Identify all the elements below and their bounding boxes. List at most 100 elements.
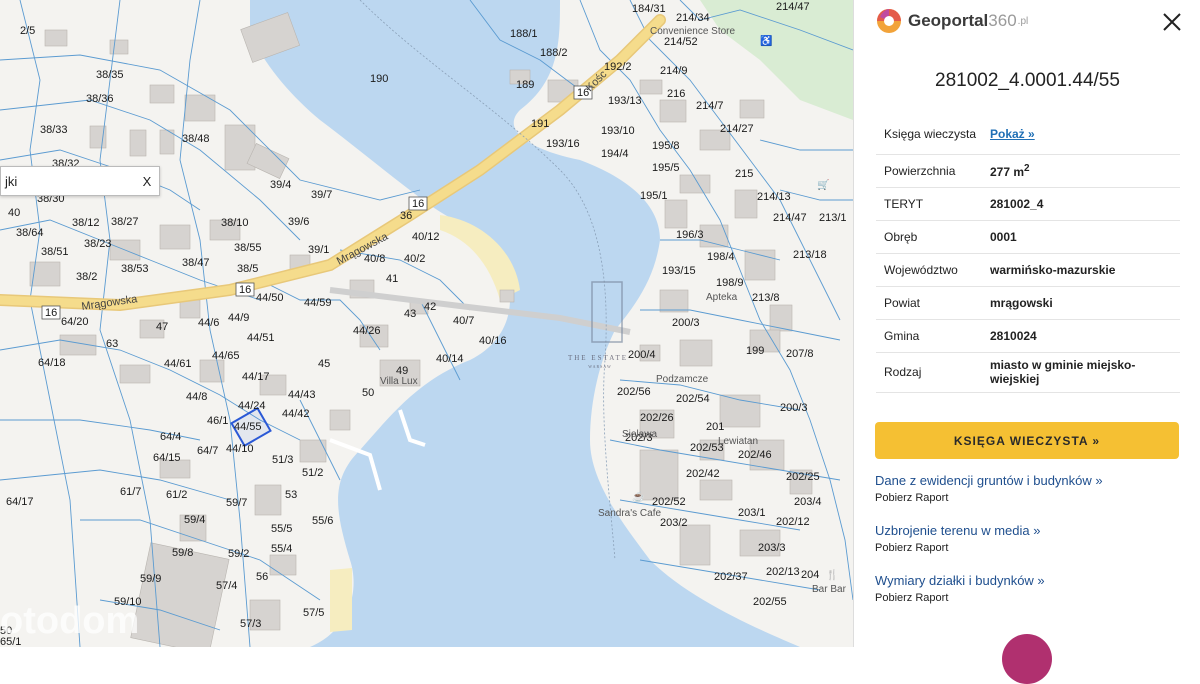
clear-search-button[interactable]: X — [135, 174, 159, 189]
close-icon[interactable] — [1160, 10, 1184, 34]
parcel-label: 190 — [370, 73, 388, 85]
map-canvas[interactable]: 2/5 38/35 38/36 38/33 38/48 190 188/1 188/2 189 1… — [0, 0, 853, 647]
poi-label: Sielawa — [622, 429, 657, 440]
lake — [250, 0, 800, 647]
poi-label: Convenience Store — [650, 26, 735, 37]
report-sub-uzbrojenie[interactable]: Pobierz Raport — [875, 542, 1175, 554]
attribute-key: Województwo — [876, 253, 982, 287]
attribute-value: 0001 — [982, 220, 1180, 254]
unit-superscript: 2 — [1024, 162, 1030, 174]
cadastral-map[interactable]: 2/5 38/35 38/36 38/33 38/48 190 188/1188/2 189 1… — [0, 0, 853, 647]
attribute-value-text: 2810024 — [990, 328, 1037, 343]
show-kw-link[interactable]: Pokaż » — [990, 127, 1035, 141]
parcel-label: 202/26 — [640, 412, 674, 424]
parcel-label: 39/4 — [270, 179, 291, 191]
parcel-label: 50 — [362, 387, 374, 399]
parcel-label: 201 — [706, 421, 724, 433]
parcel-label: 40/16 — [479, 335, 507, 347]
attribute-key: TERYT — [876, 187, 982, 221]
parcel-label: 44/65 — [212, 350, 240, 362]
parcel-label: 44/9 — [228, 312, 249, 324]
parcel-label: 214/7 — [696, 100, 724, 112]
attribute-value-text: 281002_4 — [990, 196, 1044, 211]
attribute-value: 2810024 — [982, 319, 1180, 353]
parcel-label: 198/4 — [707, 251, 735, 263]
parcel-label: 198/9 — [716, 277, 744, 289]
parcel-label: 64/4 — [160, 431, 181, 443]
parcel-label: 38/51 — [41, 246, 69, 258]
parcel-label: 203/4 — [794, 496, 822, 508]
poi-label: Bar Bar — [812, 584, 847, 595]
geoportal-logo[interactable]: Geoportal 360 .pl — [876, 8, 1028, 34]
beach — [330, 568, 352, 632]
parcel-label: 61/7 — [120, 486, 141, 498]
attribute-value-text: 277 m — [990, 164, 1025, 179]
attribute-value: mrągowski — [982, 286, 1180, 320]
parcel-label: 59/8 — [172, 547, 193, 559]
parcel-label: 195/8 — [652, 140, 680, 152]
chat-bubble[interactable] — [1002, 634, 1052, 684]
parcel-label: 203/2 — [660, 517, 688, 529]
parcel-label: 191 — [531, 118, 549, 130]
otodom-watermark: otodom — [0, 600, 140, 642]
poi-label: Apteka — [706, 292, 738, 303]
parcel-label: 193/10 — [601, 125, 635, 137]
parcel-label: 44/50 — [256, 292, 284, 304]
search-input[interactable]: jki — [1, 174, 135, 189]
parcel-attributes-table: Księga wieczysta Pokaż » Powierzchnia 277 m… — [876, 114, 1180, 393]
attribute-row: Gmina 2810024 — [876, 319, 1180, 353]
parcel-label: 199 — [746, 345, 764, 357]
logo-name: Geoportal — [908, 11, 989, 30]
parcel-label: 59/4 — [184, 514, 205, 526]
parcel-label: 56 — [256, 571, 268, 583]
restaurant-icon: 🍴 — [826, 568, 838, 581]
parcel-label: 214/47 — [773, 212, 807, 224]
parcel-label: 59/9 — [140, 573, 161, 585]
parcel-info-panel: Geoportal 360 .pl 281002_4.0001.44/55 Ks… — [853, 0, 1200, 684]
parcel-label: 64/7 — [197, 445, 218, 457]
report-sub-ewidencja[interactable]: Pobierz Raport — [875, 492, 1175, 504]
parcel-label: 51/3 — [272, 454, 293, 466]
attribute-key: Księga wieczysta — [876, 114, 982, 155]
parcel-label: 216 — [667, 88, 685, 100]
parcel-label: 55/4 — [271, 543, 292, 555]
parcel-label: 200/3 — [672, 317, 700, 329]
report-sub-wymiary[interactable]: Pobierz Raport — [875, 592, 1175, 604]
attribute-value: miasto w gminie miejsko-wiejskiej — [982, 352, 1180, 393]
parcel-label: 2/5 — [20, 25, 35, 37]
attribute-value[interactable]: Pokaż » — [982, 114, 1180, 155]
parcel-label: 38/35 — [96, 69, 124, 81]
attribute-value-text: 0001 — [990, 229, 1017, 244]
parcel-label: 44/17 — [242, 371, 270, 383]
road-number-label: 16 — [45, 307, 57, 319]
parcel-label: 194/4 — [601, 148, 629, 160]
parcel-label: 38/27 — [111, 216, 139, 228]
parcel-label: 202/54 — [676, 393, 710, 405]
parcel-label: 53 — [285, 489, 297, 501]
poi-label: Sandra's Cafe — [598, 508, 661, 519]
attribute-value-text: mrągowski — [990, 295, 1053, 310]
parcel-label: 193/13 — [608, 95, 642, 107]
attribute-key: Rodzaj — [876, 352, 982, 393]
report-link-wymiary[interactable]: Wymiary działki i budynków » — [875, 573, 1175, 588]
report-link-uzbrojenie[interactable]: Uzbrojenie terenu w media » — [875, 523, 1175, 538]
parcel-label: 43 — [404, 308, 416, 320]
parcel-label: 44/42 — [282, 408, 310, 420]
parcel-label: 214/9 — [660, 65, 688, 77]
parcel-label: 215 — [735, 168, 753, 180]
parcel-label: 38/36 — [86, 93, 114, 105]
parcel-label: 57/4 — [216, 580, 237, 592]
parcel-label: 40/8 — [364, 253, 385, 265]
parcel-label: 38/48 — [182, 133, 210, 145]
parcel-label: 214/13 — [757, 191, 791, 203]
parcel-label: 38/55 — [234, 242, 262, 254]
parcel-label: 204 — [801, 569, 819, 581]
parcel-label: 55/6 — [312, 515, 333, 527]
ksiega-wieczysta-button[interactable]: KSIĘGA WIECZYSTA » — [875, 422, 1179, 459]
report-link-ewidencja[interactable]: Dane z ewidencji gruntów i budynków » — [875, 473, 1175, 488]
parcel-label: 44/26 — [353, 325, 381, 337]
search-box[interactable]: jki X — [0, 166, 160, 196]
poi-label: Podzamcze — [656, 374, 709, 385]
parcel-label: 189 — [516, 79, 534, 91]
parcel-label: 61/2 — [166, 489, 187, 501]
